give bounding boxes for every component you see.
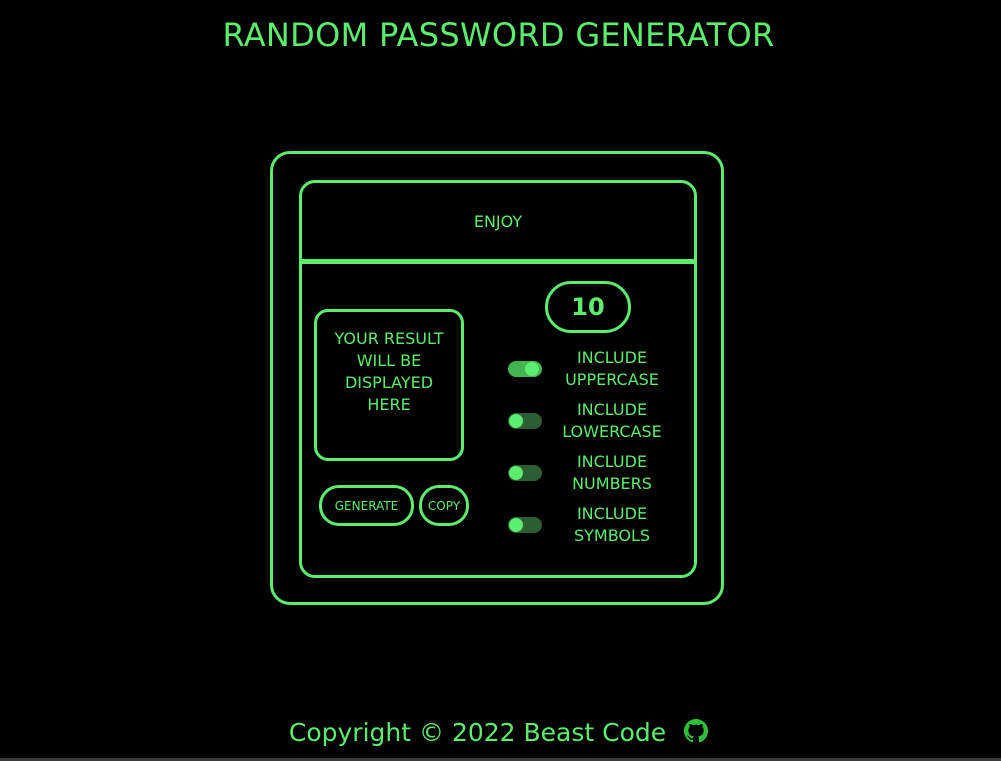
result-line: DISPLAYED [344,373,434,392]
numbers-toggle[interactable] [508,465,542,481]
option-label-line: INCLUDE [576,452,648,471]
lowercase-toggle[interactable] [508,413,542,429]
uppercase-toggle[interactable] [508,361,542,377]
toggle-knob [509,466,523,480]
card-header: ENJOY [302,183,694,264]
copyright-text: Copyright © 2022 Beast Code [288,718,667,747]
result-display[interactable]: YOUR RESULT WILL BE DISPLAYED HERE [314,309,464,461]
generator-card-outer: ENJOY YOUR RESULT WILL BE DISPLAYED HERE… [270,151,724,605]
option-label-line: LOWERCASE [562,422,662,441]
option-label: INCLUDE NUMBERS [556,451,668,495]
github-icon[interactable] [684,719,709,743]
result-line: WILL BE [356,351,422,370]
toggle-knob [525,362,539,376]
password-length-input[interactable]: 10 [545,281,631,333]
option-label-line: NUMBERS [572,474,652,493]
option-label: INCLUDE LOWERCASE [556,399,668,443]
option-numbers: INCLUDE NUMBERS [506,451,666,495]
result-line: YOUR RESULT [334,329,444,348]
option-label-line: SYMBOLS [573,526,651,545]
generator-card: ENJOY YOUR RESULT WILL BE DISPLAYED HERE… [299,180,697,578]
toggle-knob [509,518,523,532]
symbols-toggle[interactable] [508,517,542,533]
generate-button[interactable]: GENERATE [319,485,414,526]
copy-button[interactable]: COPY [419,485,469,526]
toggle-knob [509,414,523,428]
option-label: INCLUDE UPPERCASE [556,347,668,391]
option-uppercase: INCLUDE UPPERCASE [506,347,666,391]
option-label: INCLUDE SYMBOLS [556,503,668,547]
option-label-line: INCLUDE [576,504,648,523]
result-line: HERE [367,395,411,414]
option-label-line: UPPERCASE [565,370,659,389]
page-title: RANDOM PASSWORD GENERATOR [222,16,775,54]
option-lowercase: INCLUDE LOWERCASE [506,399,666,443]
footer: Copyright © 2022 Beast Code [0,718,997,747]
option-symbols: INCLUDE SYMBOLS [506,503,666,547]
page: RANDOM PASSWORD GENERATOR ENJOY YOUR RES… [0,0,1001,761]
option-label-line: INCLUDE [576,400,648,419]
option-label-line: INCLUDE [576,348,648,367]
